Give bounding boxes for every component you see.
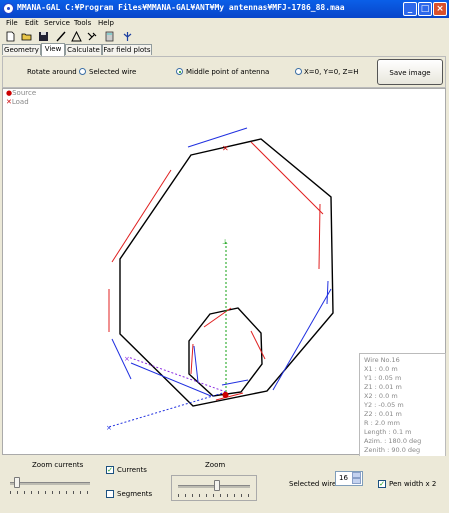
wire-info-length: Length : 0.1 m: [364, 428, 412, 436]
zoom-slider[interactable]: [178, 479, 250, 497]
menu-tools[interactable]: Tools: [74, 19, 91, 27]
wire-info-azimuth: Azim. : 180.0 deg: [364, 437, 422, 445]
z-axis-arrow-icon: ⊥: [222, 238, 228, 246]
open-folder-icon[interactable]: [21, 31, 32, 42]
rotate-controls: Rotate around : Selected wire Middle poi…: [2, 56, 446, 88]
radio-selected-wire-label[interactable]: Selected wire: [89, 68, 136, 76]
y-axis-arrow-icon: ×: [106, 424, 112, 432]
app-icon[interactable]: [3, 3, 14, 14]
zoom-label: Zoom: [205, 461, 226, 469]
minimize-button[interactable]: _: [403, 2, 417, 16]
save-disk-icon[interactable]: [38, 31, 49, 42]
wire-info-z2: Z2 : 0.01 m: [364, 410, 402, 418]
wire-info-radius: R : 2.0 mm: [364, 419, 400, 427]
outer-loop-wire: [119, 138, 334, 407]
wire-info-y2: Y2 : -0.05 m: [364, 401, 404, 409]
load-marker-top-icon: ✕: [222, 144, 229, 153]
current-red-lines: [108, 141, 324, 401]
wire-info-panel: Wire No.16 X1 : 0.0 m Y1 : 0.05 m Z1 : 0…: [359, 353, 446, 457]
tools-icon[interactable]: [87, 31, 98, 42]
zoom-currents-slider[interactable]: [10, 476, 90, 494]
tab-view[interactable]: View: [41, 43, 65, 56]
wire-tool-icon[interactable]: [55, 31, 66, 42]
pen-width-checkbox[interactable]: ✓: [378, 480, 386, 488]
zoom-group: [171, 475, 257, 501]
menu-help[interactable]: Help: [98, 19, 114, 27]
current-blue-lines: [111, 127, 332, 397]
zoom-currents-label: Zoom currents: [32, 461, 84, 469]
rotate-around-label: Rotate around :: [27, 68, 82, 76]
spin-down-icon[interactable]: [352, 478, 361, 484]
menu-bar: File Edit Service Tools Help: [0, 18, 449, 30]
zoom-thumb[interactable]: [214, 480, 220, 491]
radio-xyz-origin-label[interactable]: X=0, Y=0, Z=H: [304, 68, 359, 76]
radio-middle-point[interactable]: [176, 68, 183, 75]
x-axis-arrow-icon: ×: [124, 355, 130, 363]
tab-strip: Geometry View Calculate Far field plots: [0, 43, 449, 56]
menu-service[interactable]: Service: [44, 19, 70, 27]
radio-xyz-origin[interactable]: [295, 68, 302, 75]
pen-width-label[interactable]: Pen width x 2: [389, 480, 436, 488]
wire-info-title: Wire No.16: [364, 356, 400, 364]
source-marker-bottom-icon: ●: [222, 390, 229, 399]
segments-checkbox[interactable]: [106, 490, 114, 498]
new-file-icon[interactable]: [5, 31, 16, 42]
toolbar: [0, 30, 449, 43]
wire-info-zenith: Zenith : 90.0 deg: [364, 446, 421, 454]
y-axis: [108, 391, 227, 428]
zoom-currents-thumb[interactable]: [14, 477, 20, 488]
triangle-tool-icon[interactable]: [71, 30, 82, 42]
wire-info-x1: X1 : 0.0 m: [364, 365, 398, 373]
save-image-button[interactable]: Save image: [377, 59, 443, 85]
menu-edit[interactable]: Edit: [25, 19, 39, 27]
maximize-button[interactable]: □: [418, 2, 432, 16]
radio-selected-wire[interactable]: [79, 68, 86, 75]
menu-file[interactable]: File: [6, 19, 18, 27]
tab-far-field-plots[interactable]: Far field plots: [102, 44, 152, 55]
segments-label[interactable]: Segments: [117, 490, 152, 498]
wire-info-z1: Z1 : 0.01 m: [364, 383, 402, 391]
calculator-icon[interactable]: [104, 31, 115, 42]
title-bar[interactable]: MMANA-GAL C:¥Program Files¥MMANA-GAL¥ANT…: [0, 0, 449, 18]
wire-info-y1: Y1 : 0.05 m: [364, 374, 402, 382]
currents-checkbox[interactable]: ✓: [106, 466, 114, 474]
x-axis: [127, 356, 227, 393]
tab-geometry[interactable]: Geometry: [2, 44, 41, 55]
selected-wire-label: Selected wire: [289, 480, 337, 488]
bottom-controls: Zoom currents ✓ Currents Segments Zoom S…: [0, 456, 449, 513]
antenna-icon[interactable]: [122, 31, 133, 42]
wire-info-x2: X2 : 0.0 m: [364, 392, 398, 400]
close-button[interactable]: ×: [433, 2, 447, 16]
currents-label[interactable]: Currents: [117, 466, 147, 474]
window-title: MMANA-GAL C:¥Program Files¥MMANA-GAL¥ANT…: [17, 3, 345, 12]
tab-calculate[interactable]: Calculate: [65, 44, 102, 55]
main-window: MMANA-GAL C:¥Program Files¥MMANA-GAL¥ANT…: [0, 0, 449, 513]
radio-middle-point-label[interactable]: Middle point of antenna: [186, 68, 269, 76]
